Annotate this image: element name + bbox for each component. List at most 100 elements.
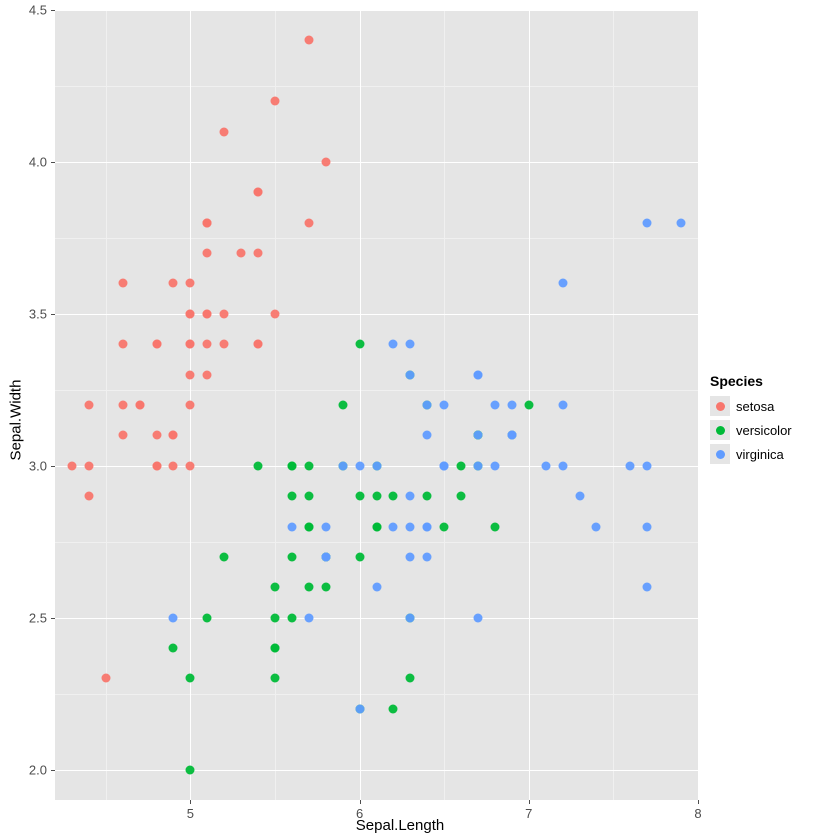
y-axis-title: Sepal.Width	[8, 380, 25, 461]
x-tick-label: 8	[694, 806, 701, 821]
data-point	[321, 583, 330, 592]
data-point	[270, 309, 279, 318]
grid-major-h	[55, 314, 698, 315]
data-point	[220, 127, 229, 136]
grid-major-v	[698, 10, 699, 800]
x-axis-title: Sepal.Length	[356, 817, 444, 834]
data-point	[304, 522, 313, 531]
data-point	[270, 644, 279, 653]
legend-label: setosa	[736, 399, 774, 414]
data-point	[440, 522, 449, 531]
data-point	[457, 461, 466, 470]
data-point	[440, 401, 449, 410]
data-point	[355, 461, 364, 470]
data-point	[643, 583, 652, 592]
grid-major-h	[55, 618, 698, 619]
data-point	[152, 340, 161, 349]
circle-icon	[716, 450, 725, 459]
data-point	[558, 279, 567, 288]
data-point	[304, 583, 313, 592]
data-point	[372, 461, 381, 470]
grid-minor-h	[55, 542, 698, 543]
circle-icon	[716, 426, 725, 435]
legend-key-setosa	[710, 396, 730, 416]
data-point	[406, 370, 415, 379]
data-point	[67, 461, 76, 470]
grid-minor-h	[55, 390, 698, 391]
data-point	[304, 461, 313, 470]
y-tick-label: 4.5	[29, 3, 47, 18]
data-point	[118, 431, 127, 440]
data-point	[169, 613, 178, 622]
data-point	[321, 522, 330, 531]
data-point	[507, 431, 516, 440]
data-point	[152, 431, 161, 440]
x-tick-label: 6	[356, 806, 363, 821]
data-point	[558, 401, 567, 410]
x-tick-mark	[360, 800, 361, 804]
data-point	[220, 340, 229, 349]
data-point	[186, 461, 195, 470]
data-point	[186, 674, 195, 683]
data-point	[186, 279, 195, 288]
y-tick-label: 2.0	[29, 762, 47, 777]
data-point	[254, 461, 263, 470]
data-point	[406, 674, 415, 683]
data-point	[372, 492, 381, 501]
data-point	[490, 401, 499, 410]
data-point	[135, 401, 144, 410]
data-point	[270, 674, 279, 683]
data-point	[406, 552, 415, 561]
grid-minor-h	[55, 694, 698, 695]
data-point	[287, 613, 296, 622]
data-point	[389, 340, 398, 349]
data-point	[355, 704, 364, 713]
x-tick-mark	[190, 800, 191, 804]
legend-title: Species	[710, 373, 792, 389]
x-tick-label: 5	[187, 806, 194, 821]
x-tick-mark	[698, 800, 699, 804]
data-point	[321, 157, 330, 166]
data-point	[84, 401, 93, 410]
data-point	[203, 370, 212, 379]
data-point	[406, 492, 415, 501]
grid-major-h	[55, 162, 698, 163]
data-point	[304, 36, 313, 45]
y-tick-mark	[51, 466, 55, 467]
grid-minor-v	[613, 10, 614, 800]
data-point	[169, 644, 178, 653]
data-point	[287, 461, 296, 470]
data-point	[355, 340, 364, 349]
data-point	[474, 431, 483, 440]
legend-label: virginica	[736, 447, 784, 462]
y-tick-mark	[51, 162, 55, 163]
data-point	[203, 218, 212, 227]
data-point	[558, 461, 567, 470]
data-point	[101, 674, 110, 683]
data-point	[643, 461, 652, 470]
legend-label: versicolor	[736, 423, 792, 438]
plot-panel	[55, 10, 698, 800]
data-point	[423, 522, 432, 531]
data-point	[406, 613, 415, 622]
y-tick-mark	[51, 314, 55, 315]
data-point	[304, 492, 313, 501]
data-point	[355, 492, 364, 501]
data-point	[338, 461, 347, 470]
data-point	[474, 461, 483, 470]
data-point	[254, 188, 263, 197]
data-point	[203, 249, 212, 258]
data-point	[541, 461, 550, 470]
data-point	[304, 218, 313, 227]
legend-item-setosa: setosa	[710, 395, 792, 417]
data-point	[423, 492, 432, 501]
data-point	[440, 461, 449, 470]
data-point	[423, 552, 432, 561]
y-tick-mark	[51, 770, 55, 771]
data-point	[186, 765, 195, 774]
data-point	[592, 522, 601, 531]
y-tick-label: 3.5	[29, 306, 47, 321]
legend: Species setosa versicolor virginica	[710, 373, 792, 467]
data-point	[186, 340, 195, 349]
data-point	[457, 492, 466, 501]
